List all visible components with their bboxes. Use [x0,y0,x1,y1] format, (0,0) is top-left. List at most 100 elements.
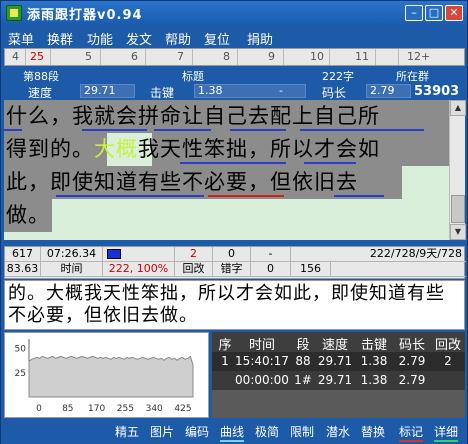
source-line-before: 得到的。 [6,137,94,161]
history-cell: 1.38 [360,373,388,387]
ruler-tick: 5 [85,50,92,63]
chart-x-tick-label: 340 [146,404,163,414]
speed-ruler: 4 25 5 6 7 8 9 10 11 12+ [4,48,465,66]
chart-y-tick-label: 25 [15,369,26,379]
current-char: 大概 [94,137,138,161]
history-cell: 2.79 [398,373,426,387]
error-count: 0 [213,247,251,262]
keystroke-label: 击键 [150,86,175,100]
status-empty [331,262,466,277]
group-label: 所在群 [396,70,429,83]
error-label: 错字 [213,262,251,277]
keystroke-value: 1.38 - [194,84,306,98]
window-title: 添雨跟打器v0.94 [27,8,143,23]
source-scrollbar[interactable]: ▲ ▼ [449,100,466,240]
history-cell: 2.79 [398,354,426,368]
status-remaining: 156 [291,262,331,277]
toolbar-item[interactable]: 编码 [185,423,209,440]
history-header-cell: 时间 [248,338,275,353]
app-icon [6,5,22,21]
speed-label: 速度 [28,86,53,100]
backspace-label: 回改 [175,262,213,277]
status-progress: 222, 100% [103,262,175,277]
menu-item-help[interactable]: 帮助 [165,29,191,48]
app-window: 添雨跟打器v0.94 – □ ✕ 菜单 换群 功能 发文 帮助 复位 捐助 4 … [0,0,468,444]
toolbar-item[interactable]: 极简 [255,423,279,440]
source-text-area[interactable]: 什么，我就会拼命让自己去配上自己所 得到的。大概我天性笨拙，所以才会如 此，即使… [4,100,449,240]
source-line: 做。 [6,203,50,227]
history-cell: 1.38 [360,354,388,368]
minimize-button[interactable]: – [405,5,423,21]
keystroke-extra: - [279,84,283,97]
toolbar-item[interactable]: 潜水 [326,423,350,440]
status-count: 617 [5,247,41,262]
menu-bar: 菜单 换群 功能 发文 帮助 复位 捐助 [1,27,467,48]
history-header-cell: 击键 [360,338,387,353]
toolbar-item-detail[interactable]: 详细 [434,423,459,442]
speed-value: 29.71 [80,84,135,98]
progress-indicator [103,247,175,262]
menu-item-send-text[interactable]: 发文 [126,29,152,48]
menu-item-donate[interactable]: 捐助 [247,29,273,48]
source-line: 什么，我就会拼命让自己去配上自己所 [6,104,380,128]
speed-chart-panel: 50 25 0 85 170 255 340 425 [4,332,209,418]
chart-x-tick-label: 255 [117,404,134,414]
backspace-count: 2 [175,247,213,262]
source-line-after: 我天性笨拙，所以才会如 [138,137,380,161]
chart-x-tick-label: 85 [62,404,73,414]
title-bar[interactable]: 添雨跟打器v0.94 – □ ✕ [1,1,467,25]
codelen-value: 2.79 [366,84,411,98]
ruler-tick: 6 [131,50,138,63]
codelen-label: 码长 [322,86,347,100]
status-speed: 83.63 [5,262,41,277]
keystroke-number: 1.38 [198,84,223,97]
scroll-down-icon[interactable]: ▼ [450,224,466,240]
history-header-cell: 序 [218,338,232,353]
menu-item-menu[interactable]: 菜单 [8,29,34,48]
menu-item-reset[interactable]: 复位 [204,29,230,48]
char-count: 222字 [322,70,354,83]
history-header-cell: 速度 [321,338,348,353]
ruler-tick: 10 [310,50,324,63]
chart-x-tick-label: 0 [36,404,42,414]
segment-number: 第88段 [23,70,59,83]
source-line: 此，即使知道有些不必要，但依旧去 [6,170,358,194]
speed-chart: 50 25 0 85 170 255 340 425 [15,339,194,414]
history-header-cell: 回改 [434,338,461,353]
history-table: 序 时间 段 速度 击键 码长 回改 1 15:40:17 88 29.71 1… [212,332,465,418]
history-cell: 29.71 [317,373,353,387]
maximize-button[interactable]: □ [425,5,443,21]
progress-summary: 222/728/9天/728 [291,247,466,262]
history-cell: 15:40:17 [235,354,289,368]
ruler-tick: 7 [177,50,184,63]
ruler-tick: 11 [355,50,369,63]
history-header-cell: 段 [296,338,310,353]
close-button[interactable]: ✕ [445,5,463,21]
toolbar-item-active[interactable]: 曲线 [220,423,245,442]
typing-input[interactable]: 的。大概我天性笨拙，所以才会如此，即使知道有些不必要，但依旧去做。 [4,280,465,330]
history-cell: 00:00:00 [235,373,289,387]
toolbar-item-mark[interactable]: 标记 [399,423,424,442]
ruler-tick: 12+ [407,50,431,63]
history-cell: 1# [294,373,312,387]
chart-x-tick-label: 170 [88,404,105,414]
menu-item-switch-group[interactable]: 换群 [47,29,73,48]
toolbar-item[interactable]: 限制 [290,423,314,440]
stats-row: 速度 29.71 击键 1.38 - 码长 2.79 53903 [4,83,465,100]
group-number: 53903 [414,84,460,99]
scroll-thumb[interactable] [451,195,465,223]
ruler-tick: 4 [12,50,19,63]
ruler-tick: 9 [268,50,275,63]
toolbar-item[interactable]: 精五 [115,423,139,440]
toolbar-item[interactable]: 替换 [361,423,385,440]
history-cell: 29.71 [317,354,353,368]
status-time-value: 07:26.34 [41,247,103,262]
toolbar-item[interactable]: 图片 [150,423,174,440]
menu-item-functions[interactable]: 功能 [87,29,113,48]
status-dash: - [251,247,291,262]
history-cell: 2 [444,354,452,368]
ruler-tick: 8 [223,50,230,63]
bottom-toolbar: 精五 图片 编码 曲线 极简 限制 潜水 替换 标记 详细 [1,419,467,444]
chart-x-tick-label: 425 [174,404,191,414]
scroll-up-icon[interactable]: ▲ [450,100,466,116]
